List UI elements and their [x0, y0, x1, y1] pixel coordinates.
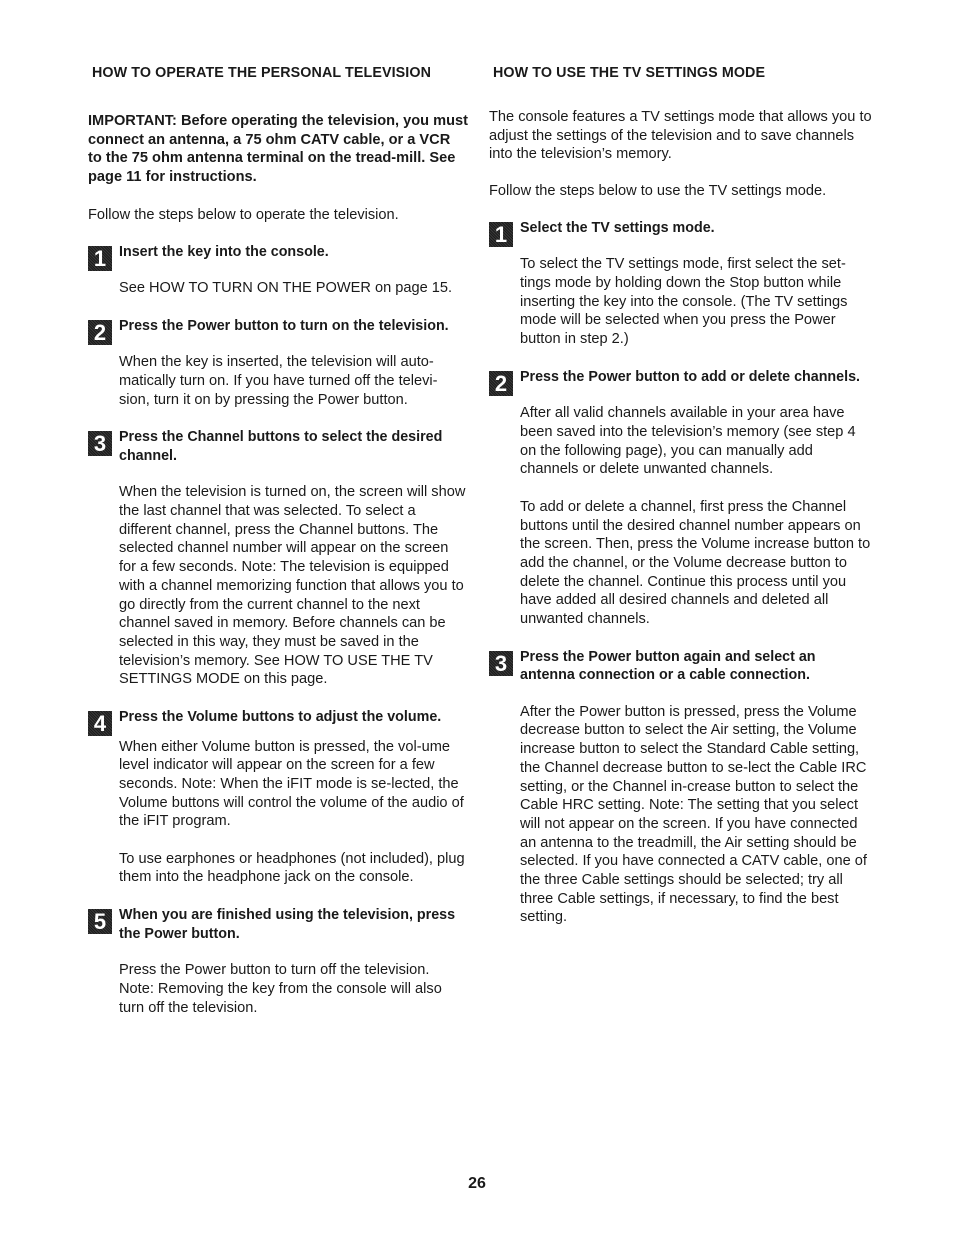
step-heading: Press the Power button to add or delete … [520, 368, 861, 385]
section-title-tv-settings: HOW TO USE THE TV SETTINGS MODE [493, 65, 766, 81]
step-number-badge: 1 [88, 245, 112, 271]
step-number-badge: 5 [88, 909, 112, 935]
step-heading: Press the Power button to turn on the te… [119, 317, 449, 334]
step-number-badge: 4 [88, 711, 112, 737]
step-4: 4 Press the Volume buttons to adjust the … [88, 708, 468, 887]
step-text: To use earphones or headphones (not incl… [119, 850, 465, 886]
step-2: 2 Press the Power button to add or delete… [489, 368, 874, 629]
step-text: After all valid channels available in yo… [520, 405, 856, 478]
step-text: After the Power button is pressed, press… [520, 703, 867, 926]
step-1: 1 Select the TV settings mode. To select … [489, 219, 874, 349]
step-text: See HOW TO TURN ON THE POWER on page 15. [119, 280, 453, 297]
step-1: 1 Insert the key into the console. See HO… [88, 243, 468, 298]
step-number-badge: 2 [489, 370, 513, 396]
step-text: Press the Power button to turn off the t… [119, 962, 442, 1016]
step-text: When the key is inserted, the television… [119, 354, 438, 408]
step-text: To select the TV settings mode, first se… [520, 256, 848, 348]
step-heading: Press the Channel buttons to select the … [119, 429, 443, 464]
step-text: When either Volume button is pressed, th… [119, 738, 464, 830]
step-number-badge: 3 [489, 650, 513, 676]
step-number-badge: 1 [489, 221, 513, 247]
important-notice: IMPORTANT: Before operating the televisi… [88, 113, 469, 186]
step-text: To add or delete a channel, first press … [520, 498, 871, 628]
intro-text: Follow the steps below to use the TV set… [489, 183, 827, 200]
step-heading: Press the Power button again and select … [520, 648, 816, 684]
step-number-badge: 2 [88, 319, 112, 345]
page-number: 26 [468, 1175, 486, 1192]
step-3: 3 Press the Power button again and select… [489, 648, 874, 927]
step-heading: When you are finished using the televisi… [119, 907, 456, 942]
right-column: HOW TO USE THE TV SETTINGS MODE The cons… [489, 62, 874, 927]
intro-text: Follow the steps below to operate the te… [88, 206, 399, 223]
step-heading: Press the Volume buttons to adjust the v… [119, 709, 442, 726]
step-2: 2 Press the Power button to turn on the t… [88, 317, 468, 410]
step-heading: Select the TV settings mode. [520, 219, 715, 236]
intro-text: The console features a TV settings mode … [489, 109, 872, 163]
step-5: 5 When you are finished using the televis… [88, 906, 468, 1017]
step-heading: Insert the key into the console. [119, 243, 329, 260]
step-number-badge: 3 [88, 431, 112, 457]
step-3: 3 Press the Channel buttons to select the… [88, 428, 468, 689]
left-column: HOW TO OPERATE THE PERSONAL TELEVISION I… [88, 62, 468, 1017]
step-text: When the television is turned on, the sc… [119, 484, 466, 688]
section-title-operate-tv: HOW TO OPERATE THE PERSONAL TELEVISION [92, 65, 432, 81]
